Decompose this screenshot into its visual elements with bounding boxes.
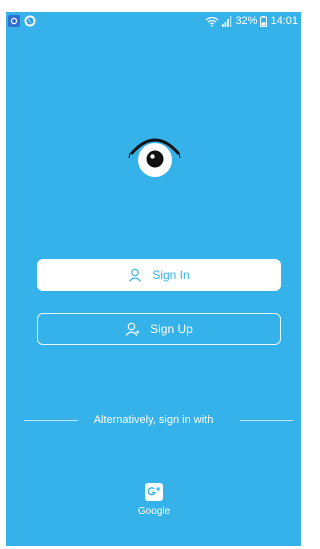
login-screen: 32% 14:01 Sign In Sign Up Alternatively,… bbox=[6, 12, 301, 546]
clock: 14:01 bbox=[270, 15, 298, 27]
battery-percent: 32% bbox=[235, 15, 258, 27]
battery-icon bbox=[260, 16, 268, 27]
system-status: 32% 14:01 bbox=[205, 15, 298, 28]
status-bar: 32% 14:01 bbox=[6, 12, 301, 32]
notification-area bbox=[8, 15, 36, 27]
app-notification-icon bbox=[8, 15, 20, 27]
user-icon bbox=[129, 268, 142, 282]
signal-icon bbox=[222, 16, 232, 27]
sign-in-button[interactable]: Sign In bbox=[37, 259, 281, 291]
google-sign-in-button[interactable]: Google bbox=[128, 483, 180, 518]
messaging-icon bbox=[24, 15, 36, 27]
google-label: Google bbox=[137, 506, 171, 517]
wifi-icon bbox=[206, 16, 219, 27]
alternative-divider: Alternatively, sign in with bbox=[6, 412, 301, 428]
add-user-icon bbox=[125, 322, 140, 336]
device-frame: 32% 14:01 Sign In Sign Up Alternatively,… bbox=[0, 0, 307, 549]
sign-up-button[interactable]: Sign Up bbox=[37, 313, 281, 345]
google-plus-icon bbox=[145, 483, 163, 501]
sign-up-label: Sign Up bbox=[150, 322, 193, 336]
eye-logo-icon bbox=[126, 131, 184, 181]
sign-in-label: Sign In bbox=[152, 268, 190, 282]
divider-line-right bbox=[240, 420, 293, 421]
